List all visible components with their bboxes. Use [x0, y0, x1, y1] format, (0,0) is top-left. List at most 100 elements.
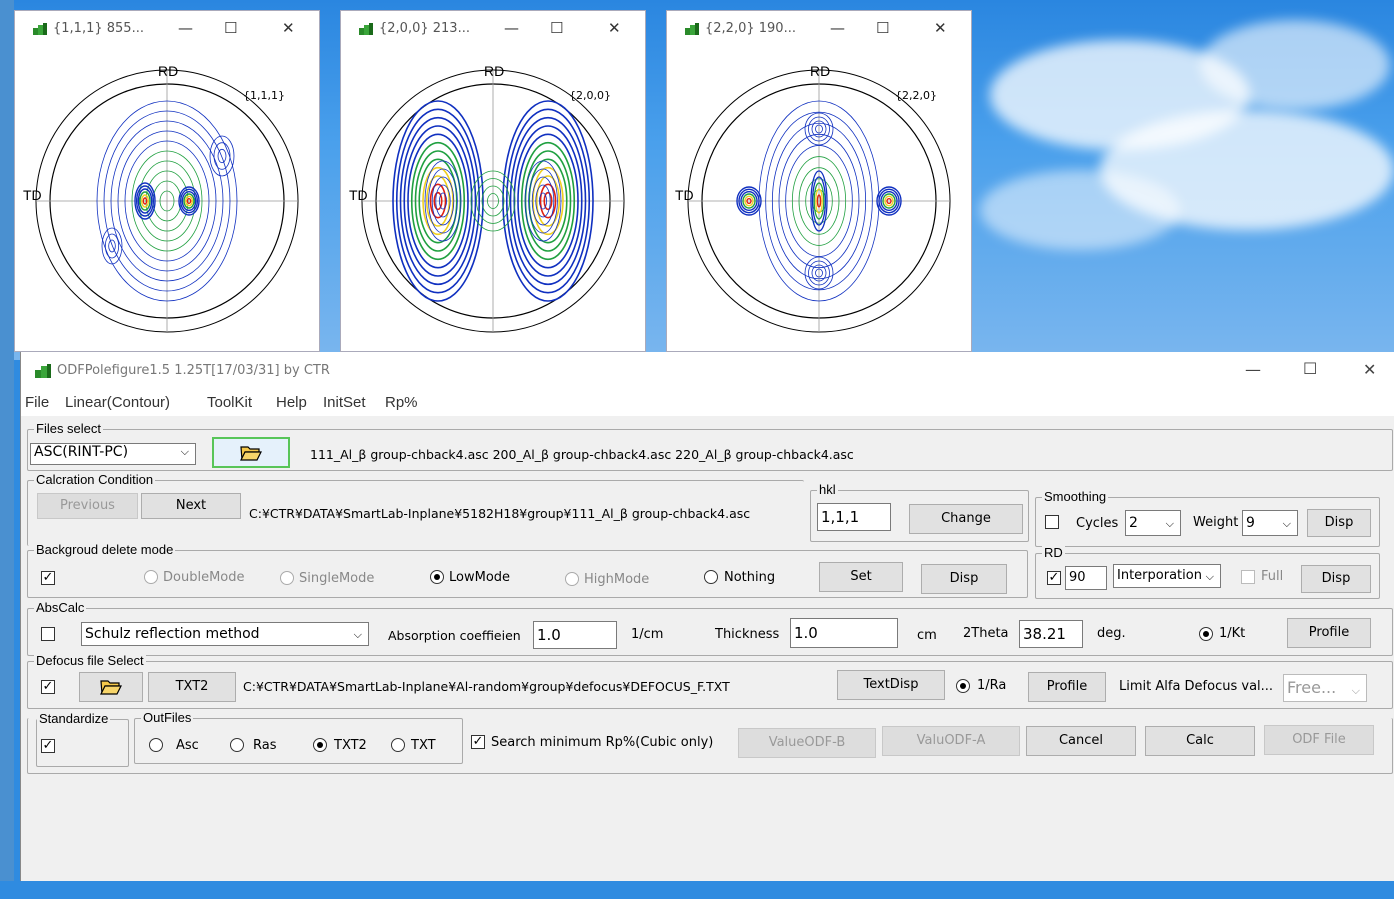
- close-icon[interactable]: ✕: [608, 19, 621, 37]
- limit-select[interactable]: Free... ⌵: [1283, 674, 1367, 702]
- highmode-label: HighMode: [584, 572, 650, 587]
- lowmode-label: LowMode: [449, 570, 511, 585]
- maximize-icon[interactable]: ☐: [876, 19, 889, 37]
- full-checkbox[interactable]: [1241, 570, 1255, 584]
- minimize-icon[interactable]: —: [178, 19, 193, 37]
- smoothing-disp-button[interactable]: Disp: [1307, 509, 1371, 537]
- chevron-down-icon: ⌵: [180, 445, 189, 458]
- ra-radio[interactable]: [956, 679, 970, 693]
- pole-window-titlebar: {1,1,1} 855... — ☐ ✕: [15, 11, 319, 49]
- weight-value: 9: [1246, 515, 1255, 531]
- rd-disp-button[interactable]: Disp: [1301, 565, 1371, 593]
- selected-files: 111_Al_β group-chback4.asc 200_Al_β grou…: [310, 447, 854, 462]
- search-rp-checkbox[interactable]: ✓: [471, 735, 485, 749]
- folder-open-icon: [100, 680, 122, 695]
- pole-window-title: {2,0,0} 213...: [379, 21, 470, 36]
- menu-bar: File Linear(Contour) ToolKit Help InitSe…: [21, 390, 1394, 416]
- change-button[interactable]: Change: [909, 504, 1023, 534]
- cycles-value: 2: [1129, 515, 1138, 531]
- abscalc-label: AbsCalc: [34, 600, 87, 615]
- cycles-select[interactable]: 2 ⌵: [1125, 510, 1181, 536]
- abs-method-select[interactable]: Schulz reflection method ⌵: [81, 622, 369, 646]
- nothing-radio[interactable]: [704, 570, 718, 584]
- pole-window-title: {2,2,0} 190...: [705, 21, 796, 36]
- menu-linear-contour[interactable]: Linear(Contour): [65, 394, 170, 411]
- limit-value: Free...: [1287, 678, 1337, 697]
- calc-button[interactable]: Calc: [1145, 726, 1255, 756]
- close-icon[interactable]: ✕: [282, 19, 295, 37]
- pole-window-111[interactable]: {1,1,1} 855... — ☐ ✕ RD TD {1,1,1}: [14, 10, 320, 352]
- hkl-input[interactable]: 1,1,1: [817, 503, 891, 531]
- abs-profile-button[interactable]: Profile: [1287, 618, 1371, 648]
- defocus-checkbox[interactable]: ✓: [41, 680, 55, 694]
- limit-label: Limit Alfa Defocus val...: [1119, 679, 1274, 694]
- open-folder-button[interactable]: [212, 437, 290, 468]
- maximize-icon[interactable]: ☐: [224, 19, 237, 37]
- minimize-icon[interactable]: —: [504, 19, 519, 37]
- next-button[interactable]: Next: [141, 493, 241, 519]
- menu-file[interactable]: File: [25, 394, 49, 411]
- standardize-label: Standardize: [37, 711, 111, 726]
- standardize-checkbox[interactable]: ✓: [41, 739, 55, 753]
- close-icon[interactable]: ✕: [934, 19, 947, 37]
- odf-file-button[interactable]: ODF File: [1264, 725, 1374, 755]
- kt-radio[interactable]: [1199, 627, 1213, 641]
- pole-window-220[interactable]: {2,2,0} 190... — ☐ ✕ RD TD {2,2,0}: [666, 10, 972, 352]
- cycles-label: Cycles: [1076, 516, 1119, 531]
- menu-rp[interactable]: Rp%: [385, 394, 418, 411]
- smoothing-checkbox[interactable]: [1045, 515, 1059, 529]
- chevron-down-icon: ⌵: [1282, 517, 1291, 530]
- pole-figure-plot: [361, 69, 625, 333]
- set-button[interactable]: Set: [819, 562, 903, 592]
- close-icon[interactable]: ✕: [1363, 360, 1376, 379]
- format-select[interactable]: ASC(RINT-PC) ⌵: [30, 443, 196, 465]
- txt2-radio[interactable]: [313, 738, 327, 752]
- defocus-folder-button[interactable]: [79, 672, 143, 702]
- absorption-input[interactable]: 1.0: [533, 621, 617, 649]
- doublemode-radio[interactable]: [144, 570, 158, 584]
- defocus-profile-button[interactable]: Profile: [1028, 672, 1106, 702]
- cloud: [1200, 20, 1390, 110]
- files-select-group: Files select ASC(RINT-PC) ⌵ 111_Al_β grou…: [27, 421, 1393, 471]
- lowmode-radio[interactable]: [430, 570, 444, 584]
- textdisp-button[interactable]: TextDisp: [837, 670, 945, 700]
- background-checkbox[interactable]: ✓: [41, 571, 55, 585]
- txt-label: TXT: [411, 738, 436, 753]
- weight-select[interactable]: 9 ⌵: [1242, 510, 1298, 536]
- pole-figure-plot: [35, 69, 299, 333]
- txt-radio[interactable]: [391, 738, 405, 752]
- valuodf-a-button[interactable]: ValuODF-A: [882, 726, 1020, 756]
- pole-window-titlebar: {2,2,0} 190... — ☐ ✕: [667, 11, 971, 49]
- outfiles-label: OutFiles: [141, 710, 194, 725]
- asc-radio[interactable]: [149, 738, 163, 752]
- singlemode-label: SingleMode: [299, 571, 375, 586]
- thickness-label: Thickness: [715, 627, 780, 642]
- defocus-path: C:¥CTR¥DATA¥SmartLab-Inplane¥Al-random¥g…: [243, 679, 730, 694]
- rd-checkbox[interactable]: ✓: [1047, 571, 1061, 585]
- pole-window-200[interactable]: {2,0,0} 213... — ☐ ✕ RD TD {2,0,0}: [340, 10, 646, 352]
- thickness-input[interactable]: 1.0: [790, 618, 898, 648]
- background-label: Backgroud delete mode: [34, 542, 176, 557]
- minimize-icon[interactable]: —: [830, 19, 845, 37]
- menu-help[interactable]: Help: [276, 394, 307, 411]
- valueodf-b-button[interactable]: ValueODF-B: [738, 728, 876, 758]
- cancel-button[interactable]: Cancel: [1026, 726, 1136, 756]
- two-theta-input[interactable]: 38.21: [1019, 620, 1083, 648]
- interpolation-select[interactable]: Interporation ⌵: [1113, 564, 1221, 588]
- singlemode-radio[interactable]: [280, 571, 294, 585]
- nothing-label: Nothing: [724, 570, 776, 585]
- asc-label: Asc: [176, 738, 199, 753]
- minimize-icon[interactable]: —: [1245, 360, 1261, 379]
- menu-initset[interactable]: InitSet: [323, 394, 366, 411]
- maximize-icon[interactable]: ☐: [1303, 359, 1317, 378]
- two-theta-label: 2Theta: [963, 626, 1009, 641]
- txt2-button[interactable]: TXT2: [148, 672, 236, 702]
- menu-toolkit[interactable]: ToolKit: [207, 394, 252, 411]
- rd-input[interactable]: 90: [1065, 566, 1107, 590]
- abscalc-checkbox[interactable]: [41, 627, 55, 641]
- previous-button[interactable]: Previous: [37, 493, 138, 519]
- maximize-icon[interactable]: ☐: [550, 19, 563, 37]
- highmode-radio[interactable]: [565, 572, 579, 586]
- ras-radio[interactable]: [230, 738, 244, 752]
- background-disp-button[interactable]: Disp: [921, 564, 1007, 594]
